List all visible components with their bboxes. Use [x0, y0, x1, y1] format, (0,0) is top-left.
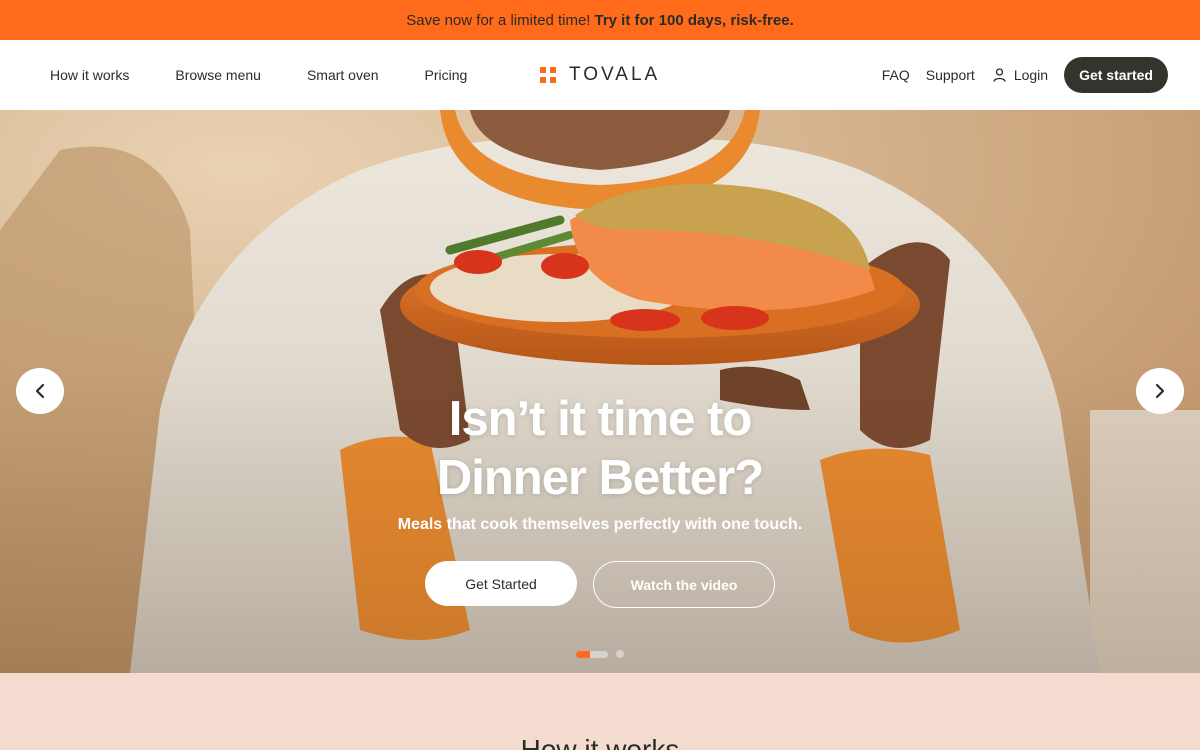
- promo-link[interactable]: Try it for 100 days, risk-free.: [594, 12, 793, 29]
- watch-video-button[interactable]: Watch the video: [593, 561, 775, 608]
- hero-headline-line-1: Isn’t it time to: [448, 392, 753, 446]
- tovala-logo-icon: [540, 67, 556, 83]
- brand-logo[interactable]: TOVALA: [540, 64, 660, 86]
- get-started-nav-button[interactable]: Get started: [1064, 57, 1168, 93]
- hero-carousel: Isn’t it time to Dinner Better? Meals th…: [0, 110, 1200, 673]
- top-navigation: How it works Browse menu Smart oven Pric…: [0, 40, 1200, 110]
- hero-headline: Isn’t it time to Dinner Better?: [0, 390, 1200, 508]
- nav-how-it-works[interactable]: How it works: [50, 67, 129, 83]
- user-icon: [993, 68, 1006, 82]
- nav-pricing[interactable]: Pricing: [425, 67, 468, 83]
- carousel-indicator-active[interactable]: [576, 650, 608, 658]
- how-it-works-heading: How it works: [520, 734, 680, 750]
- promo-banner: Save now for a limited time! Try it for …: [0, 0, 1200, 40]
- promo-text: Save now for a limited time!: [406, 11, 591, 29]
- carousel-indicators: [576, 650, 624, 658]
- carousel-indicator[interactable]: [616, 650, 624, 658]
- login-link[interactable]: Login: [993, 67, 1048, 83]
- hero-headline-line-2: Dinner Better?: [436, 451, 764, 505]
- primary-nav: How it works Browse menu Smart oven Pric…: [50, 40, 513, 110]
- hero-subline: Meals that cook themselves perfectly wit…: [397, 516, 803, 533]
- nav-smart-oven[interactable]: Smart oven: [307, 67, 379, 83]
- nav-browse-menu[interactable]: Browse menu: [175, 67, 261, 83]
- login-label: Login: [1013, 67, 1049, 83]
- nav-faq[interactable]: FAQ: [882, 67, 910, 83]
- nav-support[interactable]: Support: [926, 67, 975, 83]
- secondary-nav: FAQ Support Login Get started: [882, 40, 1168, 110]
- brand-name: TOVALA: [569, 64, 661, 85]
- get-started-hero-button[interactable]: Get Started: [425, 561, 577, 606]
